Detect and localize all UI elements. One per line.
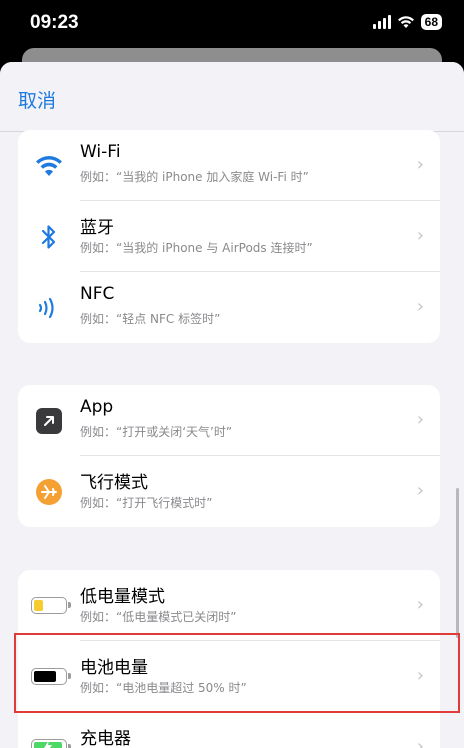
row-title: 充电器 bbox=[80, 729, 131, 748]
row-airplane-mode[interactable]: 飞行模式 例如：“打开飞行模式时” › bbox=[18, 456, 440, 527]
row-subtitle: 例如：“打开或关闭‘天气’时” bbox=[80, 425, 233, 439]
row-title: Wi-Fi bbox=[80, 142, 121, 162]
row-title: 蓝牙 bbox=[80, 218, 114, 238]
nav-bar: 取消 bbox=[0, 62, 464, 132]
nfc-icon bbox=[18, 272, 80, 343]
battery-icon bbox=[18, 641, 80, 712]
bluetooth-icon bbox=[18, 201, 80, 272]
trigger-sheet: 取消 Wi-Fi 例如：“当我的 iPhone 加入家庭 Wi-Fi 时” › bbox=[0, 62, 464, 748]
row-low-power-mode[interactable]: 低电量模式 例如：“低电量模式已关闭时” › bbox=[18, 570, 440, 641]
status-bar: 09:23 68 bbox=[0, 0, 464, 48]
chevron-right-icon: › bbox=[416, 480, 424, 501]
chevron-right-icon: › bbox=[416, 594, 424, 615]
status-icons: 68 bbox=[372, 14, 442, 30]
group-connectivity: Wi-Fi 例如：“当我的 iPhone 加入家庭 Wi-Fi 时” › 蓝牙 … bbox=[18, 130, 440, 343]
scrollbar[interactable] bbox=[456, 488, 459, 638]
chevron-right-icon: › bbox=[416, 296, 424, 317]
row-subtitle: 例如：“当我的 iPhone 与 AirPods 连接时” bbox=[80, 241, 313, 255]
cancel-button[interactable]: 取消 bbox=[18, 86, 56, 113]
row-title: App bbox=[80, 397, 114, 417]
wifi-icon bbox=[18, 130, 80, 201]
charger-icon bbox=[18, 712, 80, 748]
row-title: 飞行模式 bbox=[80, 473, 148, 493]
row-subtitle: 例如：“低电量模式已关闭时” bbox=[80, 610, 237, 624]
chevron-right-icon: › bbox=[416, 154, 424, 175]
low-battery-icon bbox=[18, 570, 80, 641]
row-subtitle: 例如：“打开飞行模式时” bbox=[80, 496, 213, 510]
row-title: NFC bbox=[80, 284, 115, 304]
wifi-status-icon bbox=[397, 16, 414, 28]
row-charger[interactable]: 充电器 › bbox=[18, 712, 440, 748]
chevron-right-icon: › bbox=[416, 736, 424, 748]
chevron-right-icon: › bbox=[416, 409, 424, 430]
group-app-modes: App 例如：“打开或关闭‘天气’时” › 飞行模式 例如：“打开飞行模式时” … bbox=[18, 385, 440, 527]
airplane-icon bbox=[18, 456, 80, 527]
cellular-signal-icon bbox=[372, 15, 391, 29]
chevron-right-icon: › bbox=[416, 225, 424, 246]
status-time: 09:23 bbox=[30, 12, 79, 33]
row-title: 低电量模式 bbox=[80, 587, 165, 607]
app-icon bbox=[18, 385, 80, 456]
row-wifi[interactable]: Wi-Fi 例如：“当我的 iPhone 加入家庭 Wi-Fi 时” › bbox=[18, 130, 440, 201]
row-app[interactable]: App 例如：“打开或关闭‘天气’时” › bbox=[18, 385, 440, 456]
battery-status-icon: 68 bbox=[420, 14, 442, 30]
row-bluetooth[interactable]: 蓝牙 例如：“当我的 iPhone 与 AirPods 连接时” › bbox=[18, 201, 440, 272]
row-battery-level[interactable]: 电池电量 例如：“电池电量超过 50% 时” › bbox=[18, 641, 440, 712]
chevron-right-icon: › bbox=[416, 665, 424, 686]
row-subtitle: 例如：“轻点 NFC 标签时” bbox=[80, 312, 221, 326]
row-subtitle: 例如：“当我的 iPhone 加入家庭 Wi-Fi 时” bbox=[80, 170, 309, 184]
row-nfc[interactable]: NFC 例如：“轻点 NFC 标签时” › bbox=[18, 272, 440, 343]
row-subtitle: 例如：“电池电量超过 50% 时” bbox=[80, 681, 247, 695]
row-title: 电池电量 bbox=[80, 658, 148, 678]
group-battery: 低电量模式 例如：“低电量模式已关闭时” › 电池电量 例如：“电池电量超过 5… bbox=[18, 570, 440, 748]
